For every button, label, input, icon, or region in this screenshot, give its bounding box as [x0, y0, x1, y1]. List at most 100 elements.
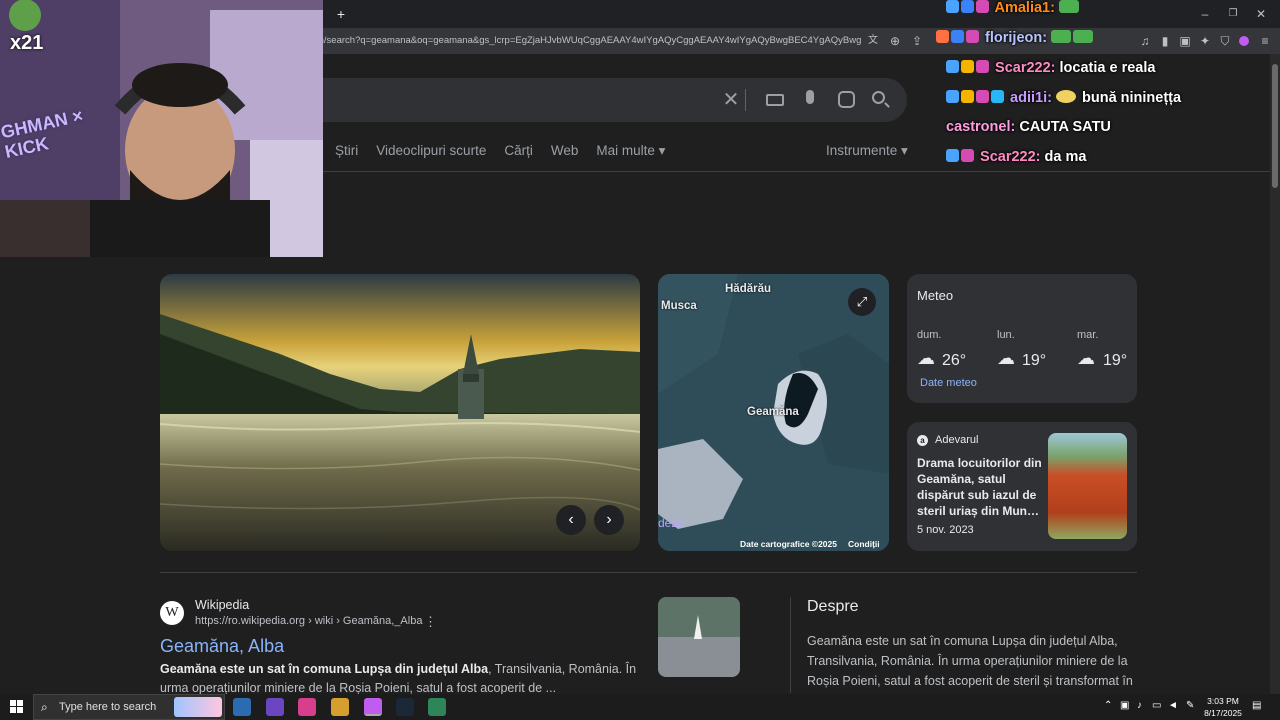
tray-icon[interactable]: ▣ — [1120, 700, 1129, 711]
tools-button[interactable]: Instrumente ▾ — [826, 143, 908, 159]
divider — [745, 89, 746, 111]
sidebar-icon[interactable]: ▮ — [1156, 32, 1174, 50]
tab-more[interactable]: Mai multe ▾ — [596, 143, 665, 158]
zoom-icon[interactable]: ⊕ — [886, 32, 904, 50]
tab-web[interactable]: Web — [551, 143, 579, 158]
task-view-icon[interactable] — [233, 698, 251, 716]
wallet-icon[interactable]: ▣ — [1176, 32, 1194, 50]
scrollbar-thumb[interactable] — [1272, 64, 1278, 188]
chat-text: bună nininețța — [1082, 90, 1182, 106]
share-icon[interactable]: ⇪ — [908, 32, 926, 50]
edge-icon[interactable] — [298, 698, 316, 716]
extension-icon[interactable]: ✦ — [1196, 32, 1214, 50]
hero-image[interactable]: ‹ › — [160, 274, 640, 551]
tab-news[interactable]: Știri — [335, 143, 358, 158]
taskbar-search-placeholder: Type here to search — [59, 701, 157, 713]
tab-books[interactable]: Cărți — [504, 143, 533, 158]
steam-icon[interactable] — [396, 698, 414, 716]
weather-link[interactable]: Date meteo — [920, 377, 977, 389]
news-headline[interactable]: Drama locuitorilor din Geamăna, satul di… — [917, 455, 1042, 519]
shield-icon[interactable]: ⛉ — [1216, 32, 1234, 50]
translate-icon[interactable]: 文 — [864, 32, 882, 50]
minimize-button[interactable]: – — [1196, 5, 1214, 23]
mic-icon[interactable] — [806, 90, 814, 104]
close-window-button[interactable]: ✕ — [1252, 5, 1270, 23]
carousel-prev-button[interactable]: ‹ — [556, 505, 586, 535]
gift-badge-icon — [936, 30, 949, 43]
sword-badge-icon — [946, 149, 959, 162]
chat-username: Amalia1: — [994, 0, 1055, 16]
browser-app-icon[interactable] — [364, 698, 382, 716]
map-card[interactable]: Hădărău Musca Geamăna dezit ⤢ Date carto… — [658, 274, 889, 551]
knowledge-divider — [790, 597, 791, 693]
volume-icon[interactable]: ♪ — [1137, 700, 1142, 711]
about-text: Roșia Poieni, satul a fost acoperit de s… — [807, 674, 1133, 688]
clear-icon[interactable]: ✕ — [720, 89, 742, 111]
vip-badge-icon — [976, 0, 989, 13]
menu-icon[interactable]: ≡ — [1256, 32, 1274, 50]
section-divider — [160, 572, 1137, 573]
search-input[interactable]: ✕ — [300, 78, 907, 122]
taskbar-search-input[interactable]: ⌕ Type here to search — [33, 694, 225, 720]
extensions-bar: ♫ ▮ ▣ ✦ ⛉ ≡ — [1136, 32, 1269, 50]
file-explorer-icon[interactable] — [331, 698, 349, 716]
lens-icon[interactable] — [838, 91, 855, 108]
speaker-icon[interactable]: ◄ — [1168, 700, 1178, 711]
more-options-icon[interactable]: ⋮ — [424, 614, 437, 630]
result-title-link[interactable]: Geamăna, Alba — [160, 636, 284, 657]
clock-date[interactable]: 8/17/2025 — [1203, 708, 1243, 718]
search-tabs: uriȘtiriVideoclipuri scurteCărțiWebMai m… — [300, 143, 683, 163]
weather-title: Meteo — [917, 288, 954, 303]
new-tab-button[interactable]: + — [332, 5, 350, 23]
pen-icon[interactable]: ✎ — [1186, 700, 1194, 711]
carousel-next-button[interactable]: › — [594, 505, 624, 535]
chat-username: castronel: — [946, 119, 1016, 135]
chat-message: Amalia1: — [946, 0, 1081, 16]
app-icon[interactable] — [428, 698, 446, 716]
result-site-name[interactable]: Wikipedia — [195, 598, 249, 612]
result-thumbnail[interactable] — [658, 597, 740, 677]
network-icon[interactable]: ▭ — [1152, 700, 1161, 711]
result-breadcrumb[interactable]: https://ro.wikipedia.org › wiki › Geamăn… — [195, 615, 422, 627]
map-terms-link[interactable]: Condiții — [848, 539, 880, 549]
wikipedia-logo-icon: W — [160, 601, 184, 625]
notifications-icon[interactable]: ▤ — [1252, 700, 1261, 711]
emote-icon — [1051, 30, 1072, 43]
emote-icon — [1055, 90, 1076, 103]
copilot-icon[interactable] — [266, 698, 284, 716]
search-icon-handle — [884, 102, 890, 108]
url-field[interactable]: m/search?q=geamana&oq=geamana&gs_lcrp=Eg… — [316, 32, 861, 50]
tab-short-videos[interactable]: Videoclipuri scurte — [376, 143, 486, 158]
news-card[interactable]: a Adevarul Drama locuitorilor din Geamăn… — [907, 422, 1137, 551]
snippet-highlight: Geamăna este un sat în comuna Lupșa din … — [160, 662, 489, 676]
windows-start-icon[interactable] — [10, 700, 24, 714]
news-source: Adevarul — [935, 434, 979, 446]
chat-message: florijeon: — [936, 30, 1095, 46]
sword-badge-icon — [946, 90, 959, 103]
clock-time[interactable]: 3:03 PM — [1205, 696, 1241, 706]
map-label-musca: Musca — [661, 300, 697, 312]
sword-badge-icon — [946, 60, 959, 73]
weather-temp: 19° — [1103, 352, 1128, 369]
map-label-hadarau: Hădărău — [725, 283, 772, 295]
chat-message: Scar222: da ma — [946, 149, 1086, 165]
snippet-text: , Transilvania, România. În — [488, 662, 637, 676]
about-title: Despre — [807, 598, 859, 615]
music-icon[interactable]: ♫ — [1136, 32, 1154, 50]
maximize-button[interactable]: ❐ — [1224, 5, 1242, 23]
search-icon[interactable] — [872, 91, 885, 104]
tray-chevron-icon[interactable]: ⌃ — [1104, 700, 1112, 711]
crown-badge-icon — [961, 90, 974, 103]
emote-icon — [1073, 30, 1094, 43]
emote-icon — [1058, 0, 1079, 13]
keyboard-icon[interactable] — [766, 94, 784, 106]
news-thumbnail[interactable] — [1048, 433, 1127, 539]
profile-icon[interactable] — [1239, 36, 1249, 46]
chat-text: CAUTA SATU — [1019, 119, 1111, 135]
weather-temp: 19° — [1022, 352, 1047, 369]
map-attribution: Date cartografice ©2025 — [740, 539, 837, 549]
crown-badge-icon — [961, 60, 974, 73]
weather-card[interactable]: Meteo dum. lun. mar. ☁ ☁ ☁ 26° 19° 19° D… — [907, 274, 1137, 403]
expand-icon[interactable]: ⤢ — [848, 288, 876, 316]
result-snippet-line: urma operațiunilor miniere de la Roșia P… — [160, 681, 557, 695]
